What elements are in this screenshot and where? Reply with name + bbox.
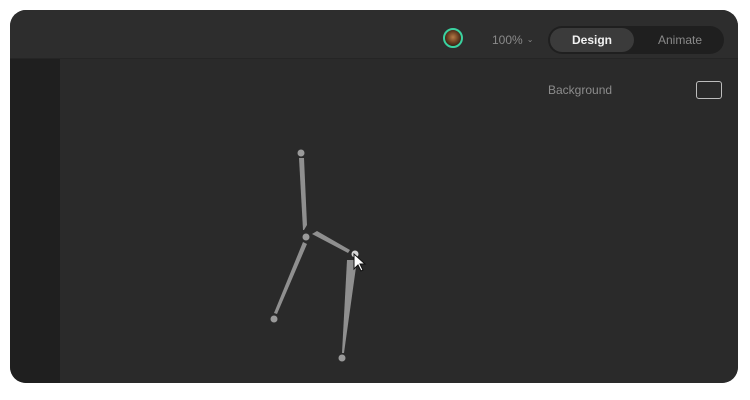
joint-right-foot[interactable] xyxy=(338,354,346,362)
bone-figure[interactable] xyxy=(10,10,738,383)
bone-right-leg[interactable] xyxy=(342,260,357,353)
joint-left-foot[interactable] xyxy=(270,315,278,323)
bone-upper[interactable] xyxy=(299,158,307,230)
joint-head[interactable] xyxy=(297,149,305,157)
app-window: 100% ⌄ Design Animate Background xyxy=(10,10,738,383)
bone-arm[interactable] xyxy=(312,231,350,253)
joint-hip[interactable] xyxy=(302,233,310,241)
bone-left-leg[interactable] xyxy=(274,242,307,314)
